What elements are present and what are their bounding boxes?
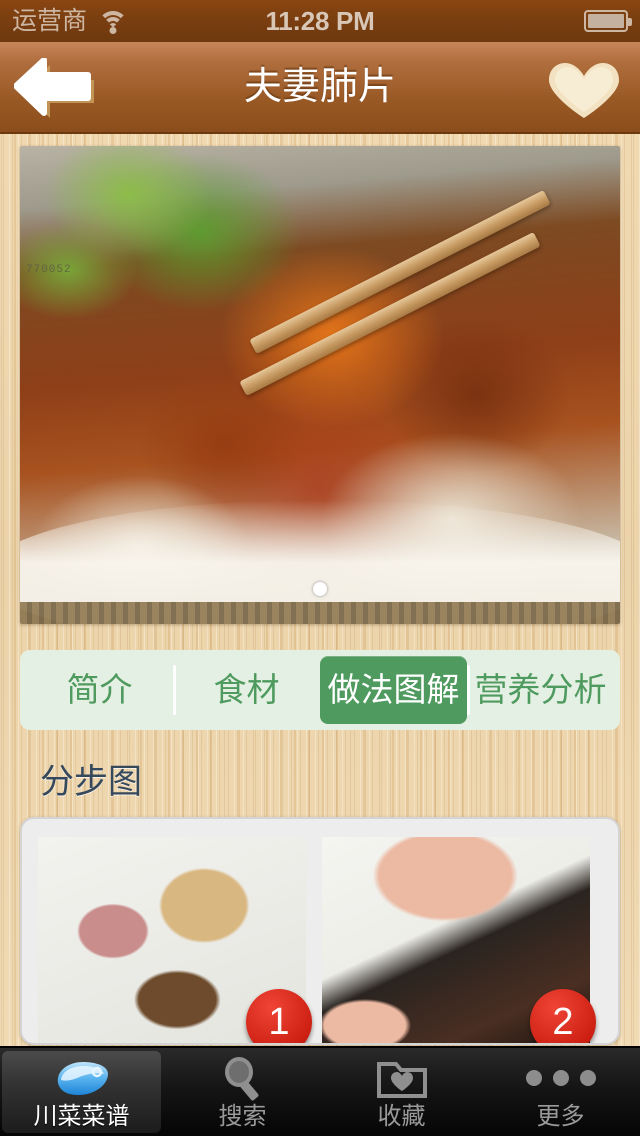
favorite-button[interactable] xyxy=(544,60,624,122)
step-item[interactable]: 1 xyxy=(38,837,312,1043)
status-bar-left: 运营商 xyxy=(12,6,130,35)
step-item[interactable]: 2 xyxy=(322,837,596,1043)
segmented-tab-bar: 简介 食材 做法图解 营养分析 xyxy=(20,650,620,730)
folder-heart-icon xyxy=(376,1054,428,1102)
tab-bar-item-search[interactable]: 搜索 xyxy=(163,1048,322,1136)
app-root: 运营商 11:28 PM 夫妻肺片 770052 简介 食材 做法图解 营养分析… xyxy=(0,0,640,1136)
tab-bar-label: 收藏 xyxy=(377,1103,426,1130)
battery-full-icon xyxy=(584,10,632,32)
recipe-hero-image[interactable]: 770052 xyxy=(20,146,620,624)
status-bar: 运营商 11:28 PM xyxy=(0,0,640,42)
section-title: 分步图 xyxy=(40,763,142,801)
bamboo-mat-decoration xyxy=(20,602,620,624)
step-images-panel: 1 2 3 4 xyxy=(20,817,620,1045)
carrier-label: 运营商 xyxy=(12,6,88,35)
step-row: 1 2 xyxy=(38,837,602,1043)
tab-ingredients[interactable]: 食材 xyxy=(173,656,320,724)
image-watermark: 770052 xyxy=(26,264,72,276)
tab-steps[interactable]: 做法图解 xyxy=(320,656,467,724)
back-button[interactable] xyxy=(14,58,106,120)
bottom-tab-bar: 川菜菜谱 搜索 收藏 更多 xyxy=(0,1046,640,1136)
tab-bar-item-recipes[interactable]: 川菜菜谱 xyxy=(2,1051,161,1133)
tab-bar-label: 更多 xyxy=(536,1103,585,1130)
heart-icon xyxy=(549,63,619,118)
page-indicator-dot[interactable] xyxy=(313,582,327,596)
wifi-icon xyxy=(96,9,130,34)
status-bar-right xyxy=(584,10,632,32)
tab-bar-label: 搜索 xyxy=(218,1103,267,1130)
pepper-dish-icon xyxy=(52,1054,112,1102)
tab-introduction[interactable]: 简介 xyxy=(26,656,173,724)
tab-bar-item-favorites[interactable]: 收藏 xyxy=(322,1048,481,1136)
more-dots-icon xyxy=(525,1054,596,1102)
tab-nutrition[interactable]: 营养分析 xyxy=(467,656,614,724)
search-icon xyxy=(219,1054,267,1102)
tab-bar-label: 川菜菜谱 xyxy=(33,1103,130,1130)
tab-bar-item-more[interactable]: 更多 xyxy=(481,1048,640,1136)
back-arrow-icon xyxy=(14,58,94,118)
navigation-bar: 夫妻肺片 xyxy=(0,42,640,134)
